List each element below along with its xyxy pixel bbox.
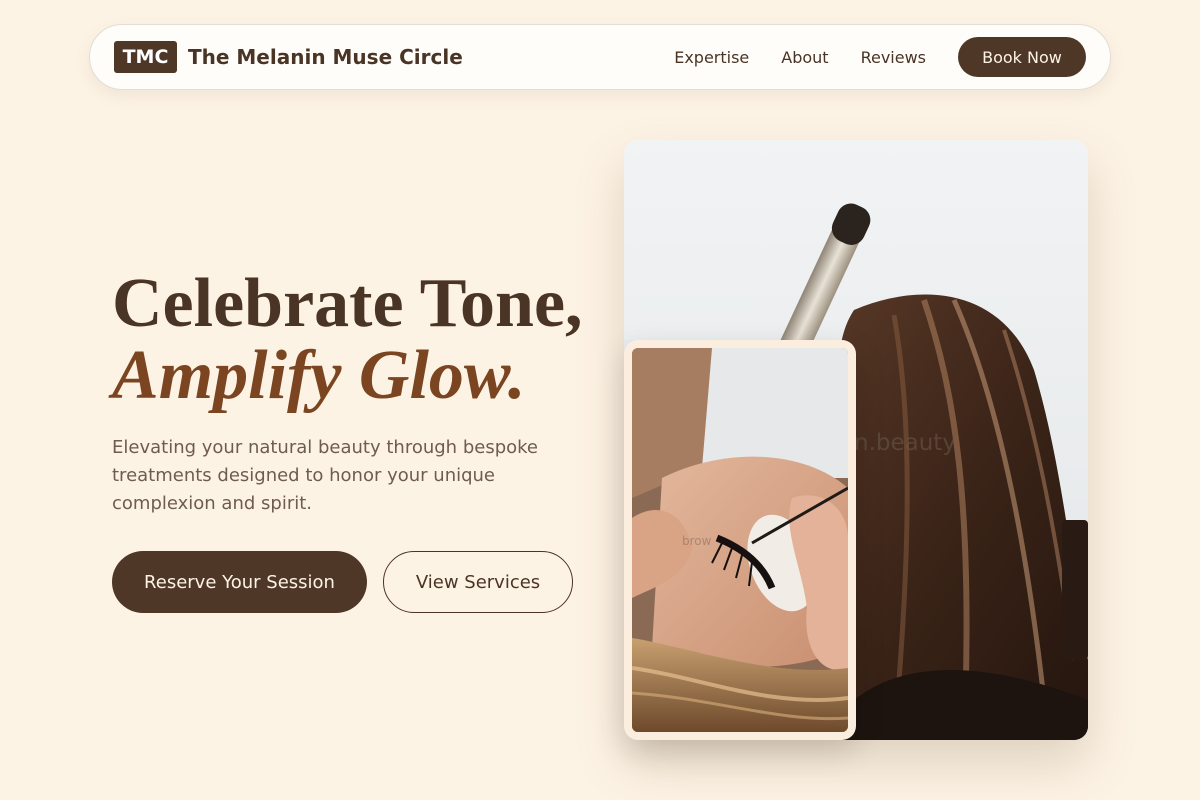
nav-link-about[interactable]: About (781, 48, 828, 67)
hero-subtitle: Elevating your natural beauty through be… (112, 437, 538, 514)
hero-headline-line1: Celebrate Tone, (112, 265, 583, 342)
brand-logo[interactable]: TMC (114, 41, 177, 73)
hero-headline: Celebrate Tone, Amplify Glow. (112, 268, 583, 412)
main-photo-watermark: n.beauty (854, 430, 956, 456)
hero-headline-line2: Amplify Glow. (112, 337, 526, 414)
book-now-button[interactable]: Book Now (958, 37, 1086, 77)
lash-treatment-illustration: brow (632, 348, 848, 732)
navbar: TMC The Melanin Muse Circle Expertise Ab… (89, 24, 1111, 90)
inset-photo-watermark: brow (682, 534, 712, 548)
reserve-session-button[interactable]: Reserve Your Session (112, 551, 367, 613)
view-services-button[interactable]: View Services (383, 551, 573, 613)
brand[interactable]: TMC The Melanin Muse Circle (114, 41, 463, 73)
hero-photo-lash-frame: brow (624, 340, 856, 740)
hero-photo-lash: brow (632, 348, 848, 732)
nav-menu: Expertise About Reviews Book Now (674, 37, 1086, 77)
nav-link-reviews[interactable]: Reviews (861, 48, 926, 67)
brand-name[interactable]: The Melanin Muse Circle (188, 45, 463, 69)
nav-link-expertise[interactable]: Expertise (674, 48, 749, 67)
